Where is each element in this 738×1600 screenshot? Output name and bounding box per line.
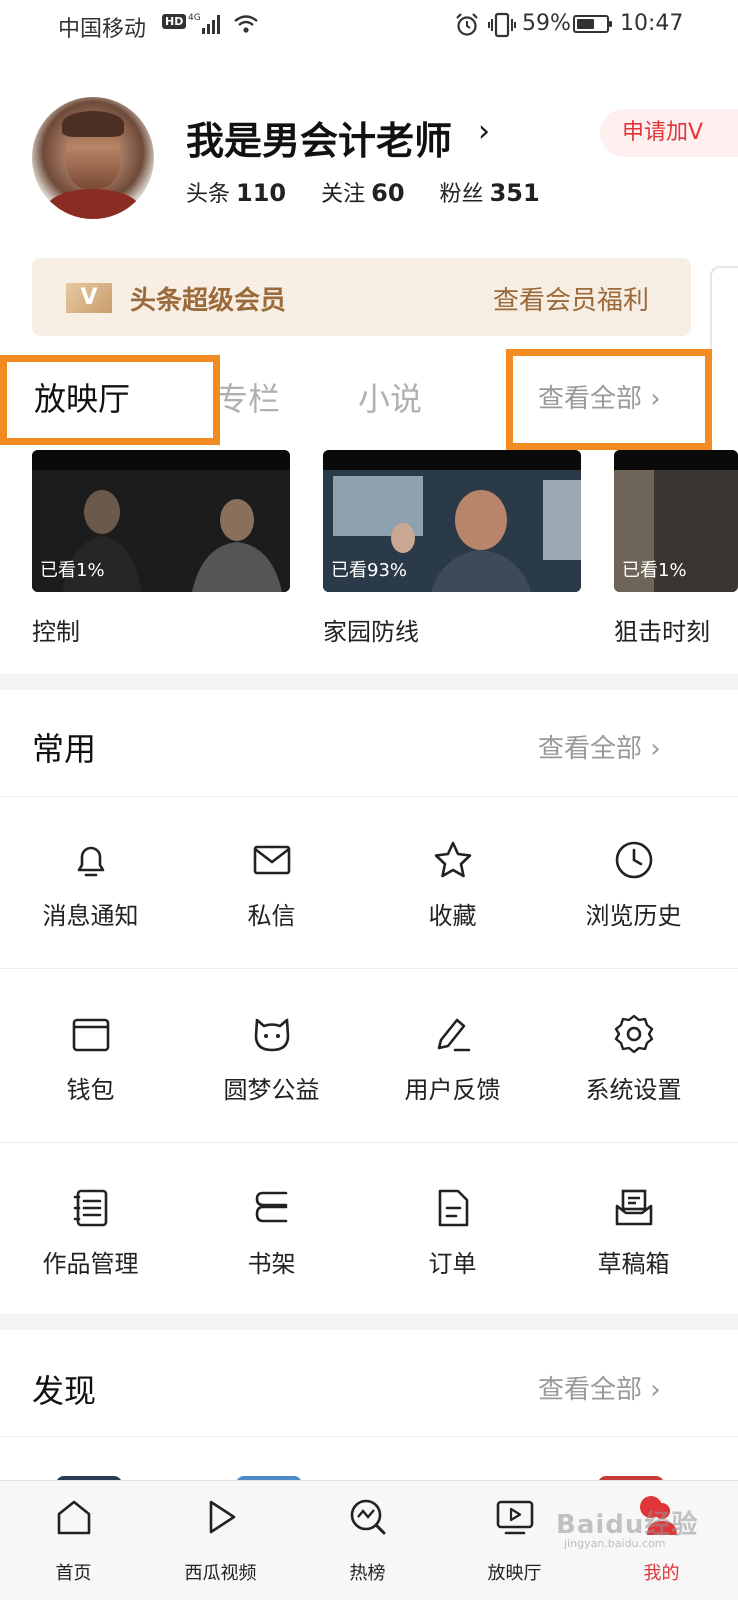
grid-item-messages[interactable]: 私信: [181, 838, 362, 931]
grid-item-feedback[interactable]: 用户反馈: [362, 1012, 543, 1105]
video-card[interactable]: 已看1%: [614, 450, 738, 592]
video-card[interactable]: 已看93%: [323, 450, 581, 592]
watermark: Baidu经验: [556, 1510, 699, 1540]
nav-label: 西瓜视频: [184, 1563, 257, 1584]
grid-item-label: 钱包: [66, 1076, 115, 1104]
battery-percent: 59%: [522, 11, 571, 36]
grid-item-favorites[interactable]: 收藏: [362, 838, 543, 931]
member-title: 头条超级会员: [130, 286, 287, 316]
tab-novel[interactable]: 小说: [358, 374, 422, 420]
notebook-icon: [73, 1189, 107, 1227]
grid-item-label: 收藏: [428, 902, 477, 930]
section-divider: [0, 674, 738, 690]
video-title[interactable]: 控制: [32, 612, 80, 647]
feedback-pen-icon: [437, 1018, 470, 1052]
username[interactable]: 我是男会计老师: [186, 110, 452, 165]
nav-label: 放映厅: [487, 1563, 542, 1584]
stat-following[interactable]: 关注 60: [321, 176, 404, 208]
vip-logo-icon: V: [66, 283, 112, 313]
home-icon: [57, 1500, 90, 1535]
tv-play-icon: [496, 1500, 533, 1535]
grid-item-settings[interactable]: 系统设置: [543, 1012, 724, 1105]
nav-home[interactable]: 首页: [0, 1481, 147, 1600]
apply-v-button[interactable]: 申请加V: [600, 109, 738, 157]
clock-icon: [615, 841, 652, 879]
vibrate-icon: [488, 12, 516, 44]
chevron-right-icon[interactable]: ›: [478, 114, 490, 149]
star-icon: [434, 841, 471, 878]
grid-item-label: 书架: [247, 1250, 296, 1278]
grid-item-wallet[interactable]: 钱包: [0, 1012, 181, 1105]
view-all-link[interactable]: 查看全部 ›: [538, 728, 661, 765]
grid-item-label: 作品管理: [42, 1250, 139, 1278]
bookshelf-icon: [255, 1191, 287, 1223]
mail-icon: [253, 845, 290, 875]
status-bar: 中国移动 HD 4G 59% 10:47: [0, 0, 738, 50]
gear-icon: [614, 1014, 653, 1054]
divider-line: [0, 1142, 738, 1143]
grid-item-label: 系统设置: [585, 1076, 682, 1104]
video-card[interactable]: 已看1%: [32, 450, 290, 592]
section-title-discover: 发现: [32, 1372, 97, 1410]
grid-item-works[interactable]: 作品管理: [0, 1186, 181, 1279]
avatar[interactable]: [32, 97, 154, 219]
grid-item-label: 草稿箱: [597, 1250, 670, 1278]
grid-item-drafts[interactable]: 草稿箱: [543, 1186, 724, 1279]
grid-item-orders[interactable]: 订单: [362, 1186, 543, 1279]
network-type: 4G: [188, 13, 201, 23]
watch-progress: 已看1%: [40, 560, 105, 581]
bell-icon: [77, 846, 104, 877]
nav-trending[interactable]: 热榜: [294, 1481, 441, 1600]
clock: 10:47: [620, 11, 684, 36]
view-all-link[interactable]: 查看全部 ›: [538, 1369, 661, 1406]
trending-icon: [350, 1499, 385, 1535]
grid-item-notifications[interactable]: 消息通知: [0, 838, 181, 931]
wallet-icon: [72, 1018, 109, 1052]
watermark-url: jingyan.baidu.com: [564, 1537, 666, 1550]
document-icon: [438, 1189, 468, 1227]
divider-line: [0, 968, 738, 969]
watch-progress: 已看93%: [331, 560, 408, 581]
hd-badge: HD: [162, 14, 187, 29]
grid-item-charity[interactable]: 圆梦公益: [181, 1012, 362, 1105]
section-divider: [0, 1314, 738, 1330]
tab-column[interactable]: 专栏: [216, 374, 280, 420]
stat-posts[interactable]: 头条 110: [186, 176, 286, 208]
play-icon: [209, 1500, 235, 1534]
grid-item-label: 消息通知: [42, 902, 139, 930]
profile-stats: 头条 110 关注 60 粉丝 351: [186, 176, 568, 208]
alarm-icon: [454, 12, 480, 44]
wifi-icon: [233, 12, 259, 42]
watch-progress: 已看1%: [622, 560, 687, 581]
highlight-box: [506, 349, 712, 450]
battery-icon: [573, 15, 612, 33]
nav-label: 首页: [55, 1563, 92, 1584]
member-benefits-link[interactable]: 查看会员福利: [493, 280, 649, 317]
grid-item-label: 浏览历史: [585, 902, 682, 930]
carrier-name: 中国移动: [58, 17, 147, 42]
highlight-box: [0, 355, 220, 445]
nav-label: 热榜: [349, 1563, 386, 1584]
video-title[interactable]: 狙击时刻: [614, 612, 710, 647]
super-member-banner[interactable]: V 头条超级会员 查看会员福利: [32, 258, 691, 336]
charity-icon: [254, 1018, 289, 1052]
grid-item-label: 私信: [247, 902, 296, 930]
divider-line: [0, 1436, 738, 1437]
signal-icon: 4G: [188, 12, 224, 42]
grid-item-bookshelf[interactable]: 书架: [181, 1186, 362, 1279]
section-title-common: 常用: [32, 730, 97, 768]
grid-item-label: 订单: [428, 1250, 477, 1278]
drafts-icon: [615, 1189, 652, 1226]
divider-line: [0, 796, 738, 797]
grid-item-history[interactable]: 浏览历史: [543, 838, 724, 931]
nav-xigua-video[interactable]: 西瓜视频: [147, 1481, 294, 1600]
grid-item-label: 用户反馈: [404, 1076, 501, 1104]
video-title[interactable]: 家园防线: [323, 612, 419, 647]
nav-label: 我的: [643, 1563, 680, 1584]
grid-item-label: 圆梦公益: [223, 1076, 320, 1104]
stat-followers[interactable]: 粉丝 351: [440, 176, 540, 208]
